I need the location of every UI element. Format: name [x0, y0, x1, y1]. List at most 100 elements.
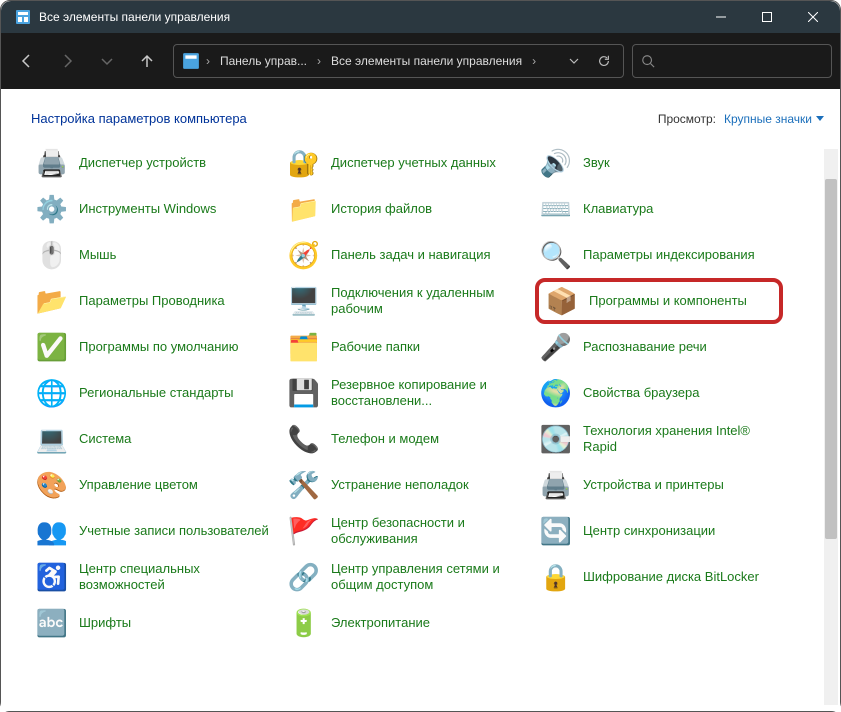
control-panel-item[interactable]: ✅Программы по умолчанию [31, 324, 279, 370]
search-box[interactable] [632, 44, 832, 78]
chevron-right-icon[interactable]: › [202, 54, 214, 68]
control-panel-item[interactable]: ⌨️Клавиатура [535, 186, 783, 232]
item-label: Система [79, 431, 131, 447]
control-panel-item[interactable]: 🔐 Диспетчер учетных данных [283, 140, 531, 186]
toolbar: › Панель управ... › Все элементы панели … [1, 33, 840, 89]
view-selector[interactable]: Крупные значки [724, 112, 824, 126]
control-panel-item[interactable]: 🎤Распознавание речи [535, 324, 783, 370]
control-panel-item[interactable]: ♿ Центр специальных возможностей [31, 554, 279, 600]
item-icon: 🧭 [287, 238, 321, 272]
control-panel-item[interactable]: 🛠️Устранение неполадок [283, 462, 531, 508]
item-icon: 🌐 [35, 376, 69, 410]
item-label: Шрифты [79, 615, 131, 631]
item-icon: 🔄 [539, 514, 573, 548]
control-panel-item[interactable]: 🧭 Панель задач и навигация [283, 232, 531, 278]
forward-button[interactable] [49, 43, 85, 79]
item-icon: ⌨️ [539, 192, 573, 226]
item-label: Панель задач и навигация [331, 247, 491, 263]
control-panel-item[interactable]: 🎨Управление цветом [31, 462, 279, 508]
control-panel-item[interactable]: 🗂️ Рабочие папки [283, 324, 531, 370]
breadcrumb-segment[interactable]: Панель управ... [214, 45, 313, 77]
control-panel-item[interactable]: ⚙️Инструменты Windows [31, 186, 279, 232]
item-icon: ♿ [35, 560, 69, 594]
item-icon: 🔊 [539, 146, 573, 180]
item-label: История файлов [331, 201, 432, 217]
control-panel-item[interactable]: 💾 Резервное копирование и восстановлени..… [283, 370, 531, 416]
titlebar: Все элементы панели управления [1, 1, 840, 33]
item-label: Технология хранения Intel® Rapid [583, 423, 779, 456]
control-panel-item[interactable]: 🔄 Центр синхронизации [535, 508, 783, 554]
control-panel-item[interactable]: 💽Технология хранения Intel® Rapid [535, 416, 783, 462]
item-label: Звук [583, 155, 610, 171]
item-label: Резервное копирование и восстановлени... [331, 377, 527, 410]
refresh-button[interactable] [589, 45, 619, 77]
control-panel-item[interactable]: 🔍Параметры индексирования [535, 232, 783, 278]
recent-button[interactable] [89, 43, 125, 79]
item-label: Центр специальных возможностей [79, 561, 275, 594]
item-label: Рабочие папки [331, 339, 420, 355]
item-icon: 🔗 [287, 560, 321, 594]
item-icon: 🎨 [35, 468, 69, 502]
control-panel-item[interactable]: 🌐Региональные стандарты [31, 370, 279, 416]
chevron-right-icon[interactable]: › [313, 54, 325, 68]
control-panel-item[interactable]: 📞 Телефон и модем [283, 416, 531, 462]
item-label: Учетные записи пользователей [79, 523, 269, 539]
item-icon: 💾 [287, 376, 321, 410]
item-label: Телефон и модем [331, 431, 439, 447]
control-panel-item[interactable]: 🖨️Устройства и принтеры [535, 462, 783, 508]
window-controls [698, 1, 836, 33]
scrollbar[interactable] [824, 149, 838, 705]
control-panel-item[interactable]: 🔒Шифрование диска BitLocker [535, 554, 783, 600]
item-icon: 📦 [545, 284, 579, 318]
item-icon: 💻 [35, 422, 69, 456]
address-bar[interactable]: › Панель управ... › Все элементы панели … [173, 44, 624, 78]
item-label: Электропитание [331, 615, 430, 631]
item-icon: 📁 [287, 192, 321, 226]
control-panel-item[interactable]: 🌍Свойства браузера [535, 370, 783, 416]
minimize-button[interactable] [698, 1, 744, 33]
item-icon: 🗂️ [287, 330, 321, 364]
item-label: Программы и компоненты [589, 293, 747, 309]
control-panel-item[interactable]: 💻 Система [31, 416, 279, 462]
item-icon: 📂 [35, 284, 69, 318]
control-panel-item[interactable]: 🔊 Звук [535, 140, 783, 186]
item-icon: 📞 [287, 422, 321, 456]
control-panel-item[interactable]: 📦 Программы и компоненты [535, 278, 783, 324]
items-grid: 🖨️Диспетчер устройств🔐 Диспетчер учетных … [31, 140, 824, 646]
item-label: Центр безопасности и обслуживания [331, 515, 527, 548]
control-panel-item[interactable]: 🔤Шрифты [31, 600, 279, 646]
control-panel-item[interactable]: 📁 История файлов [283, 186, 531, 232]
control-panel-item[interactable]: 🚩 Центр безопасности и обслуживания [283, 508, 531, 554]
control-panel-item[interactable]: 🔗Центр управления сетями и общим доступо… [283, 554, 531, 600]
item-label: Свойства браузера [583, 385, 699, 401]
search-icon [641, 54, 655, 68]
control-panel-item[interactable]: 🖥️Подключения к удаленным рабочим [283, 278, 531, 324]
chevron-down-icon [816, 116, 824, 121]
content-area: Настройка параметров компьютера Просмотр… [1, 89, 840, 711]
header-row: Настройка параметров компьютера Просмотр… [31, 111, 824, 126]
item-icon: 👥 [35, 514, 69, 548]
control-panel-item[interactable]: 📂Параметры Проводника [31, 278, 279, 324]
item-label: Мышь [79, 247, 116, 263]
item-icon: 🔐 [287, 146, 321, 180]
item-icon: 🖨️ [539, 468, 573, 502]
address-dropdown[interactable] [559, 45, 589, 77]
control-panel-item[interactable]: 🖨️Диспетчер устройств [31, 140, 279, 186]
item-label: Центр синхронизации [583, 523, 715, 539]
scrollbar-thumb[interactable] [825, 179, 837, 539]
back-button[interactable] [9, 43, 45, 79]
item-icon: 🛠️ [287, 468, 321, 502]
breadcrumb-segment[interactable]: Все элементы панели управления [325, 45, 528, 77]
control-panel-item[interactable]: 🖱️Мышь [31, 232, 279, 278]
up-button[interactable] [129, 43, 165, 79]
close-button[interactable] [790, 1, 836, 33]
item-icon: 🔍 [539, 238, 573, 272]
item-icon: 🚩 [287, 514, 321, 548]
control-panel-item[interactable]: 👥 Учетные записи пользователей [31, 508, 279, 554]
chevron-right-icon[interactable]: › [528, 54, 540, 68]
maximize-button[interactable] [744, 1, 790, 33]
control-panel-item[interactable]: 🔋Электропитание [283, 600, 531, 646]
control-panel-icon [15, 9, 31, 25]
item-label: Диспетчер учетных данных [331, 155, 496, 171]
page-title: Настройка параметров компьютера [31, 111, 658, 126]
